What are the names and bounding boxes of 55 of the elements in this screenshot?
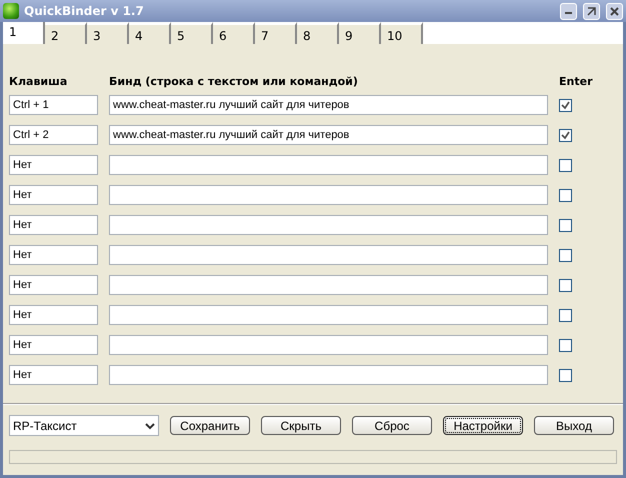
close-button[interactable] (606, 2, 623, 20)
enter-checkbox[interactable] (559, 338, 572, 352)
key-field[interactable]: Ctrl + 1 (9, 95, 98, 115)
bind-field[interactable] (109, 275, 548, 295)
bind-field[interactable]: www.cheat-master.ru лучший сайт для читеров (109, 125, 548, 145)
enter-checkbox[interactable] (559, 188, 572, 202)
tab[interactable]: 10 (381, 22, 423, 44)
key-field[interactable]: Нет (9, 185, 98, 205)
maximize-icon (587, 6, 596, 16)
enter-checkbox[interactable] (559, 248, 572, 262)
tab[interactable]: 6 (213, 22, 255, 44)
column-header: Клавиша (9, 74, 68, 88)
key-field[interactable]: Ctrl + 2 (9, 125, 98, 145)
column-header: Бинд (строка с текстом или командой) (109, 74, 359, 88)
profile-dropdown[interactable]: RP-Таксист (9, 415, 159, 436)
bind-field[interactable] (109, 305, 548, 325)
enter-checkbox[interactable] (559, 218, 572, 232)
tab[interactable]: 4 (129, 22, 171, 44)
maximize-button[interactable] (583, 2, 600, 20)
bind-field[interactable]: www.cheat-master.ru лучший сайт для читеров (109, 95, 548, 115)
bind-field[interactable] (109, 215, 548, 235)
close-icon (610, 6, 619, 16)
key-field[interactable]: Нет (9, 215, 98, 235)
bind-field[interactable] (109, 365, 548, 385)
tab[interactable]: 3 (87, 22, 129, 44)
action-button[interactable]: Скрыть (261, 416, 341, 435)
key-field[interactable]: Нет (9, 365, 98, 385)
tab[interactable]: 5 (171, 22, 213, 44)
enter-checkbox[interactable] (559, 368, 572, 382)
window-title: QuickBinder v 1.7 (24, 4, 145, 18)
app-icon (3, 3, 19, 19)
bind-field[interactable] (109, 185, 548, 205)
minimize-button[interactable] (560, 2, 577, 20)
enter-checkbox[interactable] (559, 128, 572, 142)
tab[interactable]: 8 (297, 22, 339, 44)
tab[interactable]: 7 (255, 22, 297, 44)
action-button[interactable]: Настройки (443, 416, 523, 435)
key-field[interactable]: Нет (9, 275, 98, 295)
action-button[interactable]: Сброс (352, 416, 432, 435)
bind-field[interactable] (109, 245, 548, 265)
key-field[interactable]: Нет (9, 305, 98, 325)
key-field[interactable]: Нет (9, 245, 98, 265)
action-button[interactable]: Сохранить (170, 416, 250, 435)
bind-field[interactable] (109, 335, 548, 355)
key-field[interactable]: Нет (9, 155, 98, 175)
key-field[interactable]: Нет (9, 335, 98, 355)
enter-checkbox[interactable] (559, 158, 572, 172)
action-button[interactable]: Выход (534, 416, 614, 435)
enter-checkbox[interactable] (559, 98, 572, 112)
enter-checkbox[interactable] (559, 278, 572, 292)
tab[interactable]: 2 (45, 22, 87, 44)
enter-checkbox[interactable] (559, 308, 572, 322)
column-header: Enter (559, 74, 592, 88)
tab[interactable]: 9 (339, 22, 381, 44)
bind-field[interactable] (109, 155, 548, 175)
